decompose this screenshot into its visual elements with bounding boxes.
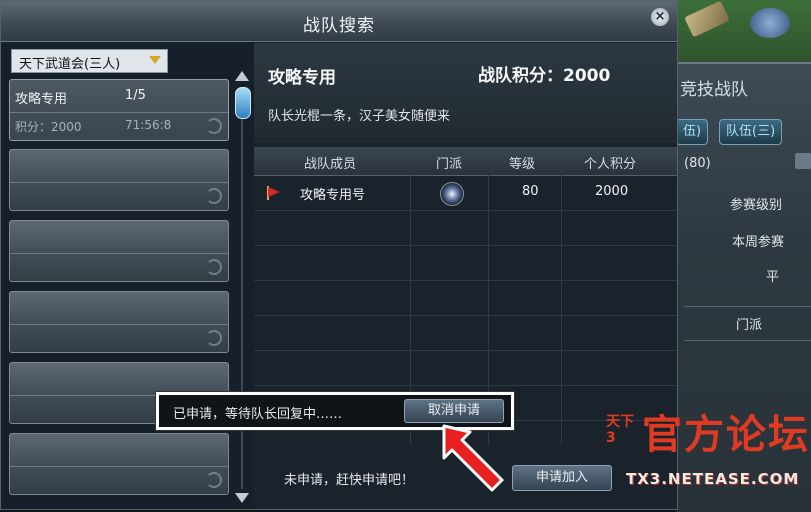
mode-dropdown-value: 天下武道会(三人) [19, 57, 121, 72]
table-row [254, 351, 677, 386]
arena-level-text: (80) [684, 156, 711, 171]
tab-team-three[interactable]: 队伍(三) [719, 119, 783, 145]
swirl-ornament-icon [206, 330, 222, 346]
member-level: 80 [522, 184, 539, 199]
scroll-thumb[interactable] [235, 87, 251, 119]
column-header-level: 等级 [509, 157, 536, 172]
scroll-down-icon[interactable] [235, 493, 249, 503]
team-card[interactable] [9, 149, 229, 211]
table-row [254, 211, 677, 246]
card-divider [10, 253, 228, 254]
swirl-ornament-icon [206, 188, 222, 204]
team-card[interactable] [9, 291, 229, 353]
member-table-header: 战队成员 门派 等级 个人积分 [254, 147, 677, 176]
swirl-ornament-icon [206, 118, 222, 134]
team-card[interactable]: 攻略专用 1/5 积分：2000 71:56:8 [9, 79, 229, 141]
window-title: 战队搜索 [303, 16, 375, 36]
table-row[interactable]: 攻略专用号 80 2000 [254, 176, 677, 211]
chevron-down-icon[interactable] [149, 56, 161, 64]
sect-emblem-icon [440, 182, 464, 206]
apply-join-button[interactable]: 申请加入 [512, 465, 612, 491]
team-card-name: 攻略专用 [15, 92, 68, 107]
card-divider [10, 112, 228, 113]
team-card-members: 1/5 [125, 88, 146, 103]
team-card-score: 积分：2000 [15, 120, 82, 134]
column-header-sect: 门派 [436, 157, 463, 172]
team-search-window: 战队搜索 × 天下武道会(三人) 攻略专用 1/5 积分：2000 71:56:… [0, 0, 678, 510]
watermark-url: TX3.NETEASE.COM [626, 470, 800, 488]
arena-divider [684, 340, 811, 341]
character-portrait-icon [750, 8, 790, 38]
tab-team-partial[interactable]: 伍) [676, 119, 709, 145]
table-row [254, 246, 677, 281]
red-arrow-icon [442, 424, 504, 492]
window-titlebar[interactable]: 战队搜索 × [1, 1, 677, 42]
watermark-title: 官方论坛 [642, 411, 810, 458]
swirl-ornament-icon [206, 259, 222, 275]
member-name: 攻略专用号 [300, 188, 366, 203]
arena-label-weekly: 本周参赛 [732, 235, 785, 250]
team-detail-header: 攻略专用 战队积分：2000 队长光棍一条，汉子美女随便来 [254, 43, 677, 143]
apply-status-text: 未申请，赶快申请吧！ [284, 473, 415, 488]
arena-label-sect: 门派 [736, 318, 763, 333]
table-row [254, 316, 677, 351]
forum-watermark: 天下3 官方论坛 TX3.NETEASE.COM [606, 402, 811, 502]
table-row [254, 281, 677, 316]
team-detail-score: 战队积分：2000 [478, 66, 611, 86]
team-card-time: 71:56:8 [125, 118, 172, 132]
leader-flag-icon [268, 187, 280, 197]
card-divider [10, 466, 228, 467]
mode-dropdown[interactable]: 天下武道会(三人) [11, 49, 168, 73]
column-header-member: 战队成员 [304, 157, 357, 172]
card-divider [10, 182, 228, 183]
popup-message: 已申请，等待队长回复中…… [173, 407, 343, 422]
team-card[interactable] [9, 220, 229, 282]
arena-scroll-chip[interactable] [795, 153, 811, 169]
team-detail-motto: 队长光棍一条，汉子美女随便来 [268, 109, 451, 124]
arena-label-level: 参赛级别 [730, 198, 783, 213]
team-detail-name: 攻略专用 [268, 68, 336, 88]
scroll-track[interactable] [241, 119, 243, 489]
close-icon[interactable]: × [651, 8, 669, 26]
arena-divider [684, 306, 811, 307]
swirl-ornament-icon [206, 472, 222, 488]
scroll-up-icon[interactable] [235, 71, 249, 81]
team-card[interactable] [9, 433, 229, 495]
card-divider [10, 324, 228, 325]
member-score: 2000 [595, 184, 629, 199]
arena-label-draw: 平 [766, 270, 780, 285]
team-list-scrollbar[interactable] [234, 71, 251, 507]
column-header-score: 个人积分 [584, 157, 637, 172]
watermark-seal: 天下3 [606, 414, 634, 446]
team-list-panel: 天下武道会(三人) 攻略专用 1/5 积分：2000 71:56:8 [9, 47, 229, 509]
arena-team-title: 竞技战队 [680, 80, 748, 100]
